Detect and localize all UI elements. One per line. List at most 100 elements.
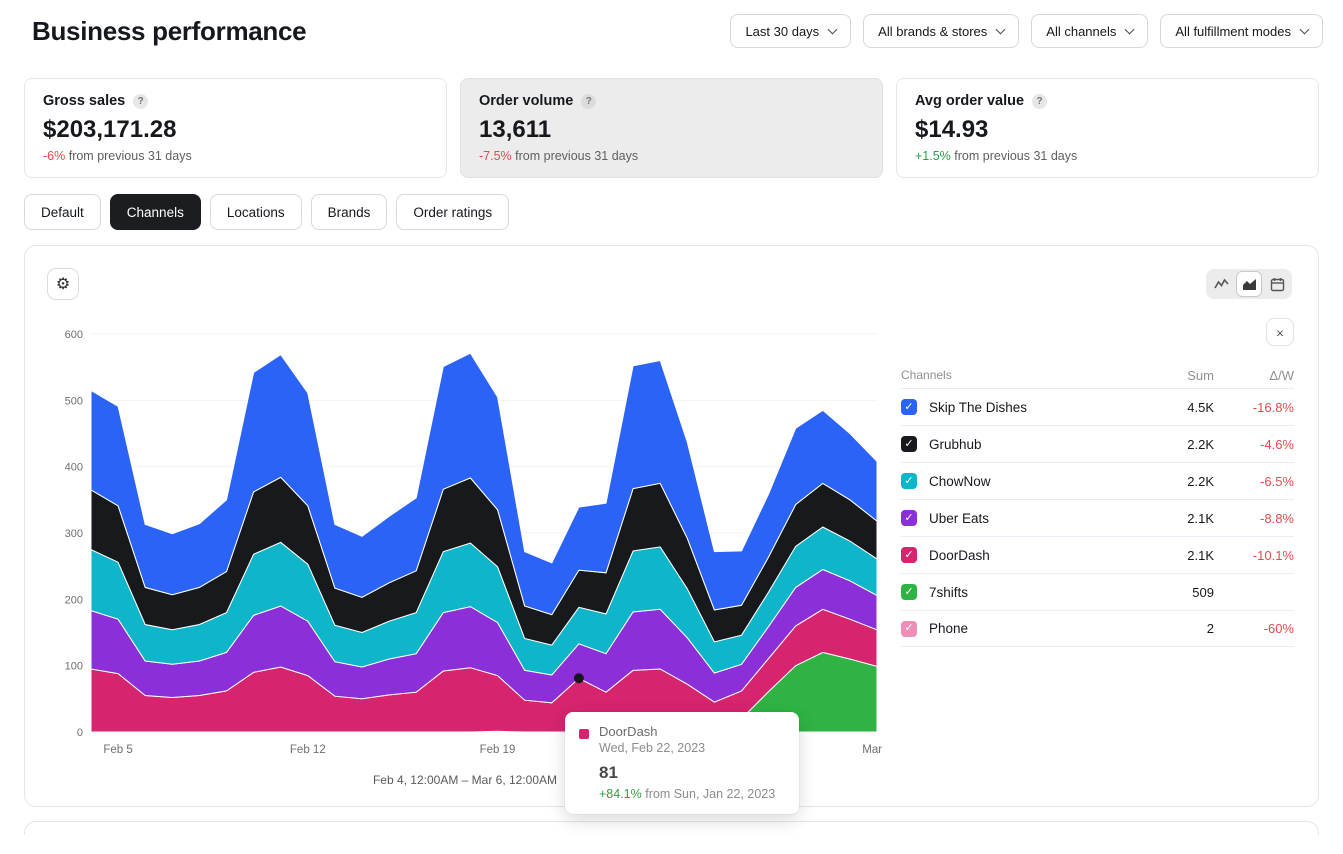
svg-text:Feb 5: Feb 5 xyxy=(103,744,132,756)
date-range-filter[interactable]: Last 30 days xyxy=(730,14,851,48)
kpi-label: Gross sales xyxy=(43,93,125,109)
channel-delta: -60% xyxy=(1214,621,1294,636)
channel-checkbox[interactable]: ✓ xyxy=(901,621,917,637)
channel-checkbox[interactable]: ✓ xyxy=(901,547,917,563)
stacked-area-icon xyxy=(1242,277,1257,292)
help-icon[interactable]: ? xyxy=(133,94,148,109)
fulfillment-modes-filter-label: All fulfillment modes xyxy=(1175,24,1291,39)
brands-stores-filter-label: All brands & stores xyxy=(878,24,987,39)
check-icon: ✓ xyxy=(904,439,913,450)
legend-row-doordash[interactable]: ✓ DoorDash 2.1K -10.1% xyxy=(901,536,1294,573)
svg-text:200: 200 xyxy=(65,594,83,606)
legend-column-channels: Channels xyxy=(901,368,1154,382)
legend-row-skip-the-dishes[interactable]: ✓ Skip The Dishes 4.5K -16.8% xyxy=(901,388,1294,425)
svg-text:600: 600 xyxy=(65,329,83,341)
order-volume-chart-card: ⚙ 0100200300400500600Feb 5Feb 12Feb 19Fe… xyxy=(24,245,1319,807)
tooltip-series-name: DoorDash xyxy=(599,724,783,739)
svg-text:Mar 5: Mar 5 xyxy=(862,744,885,756)
kpi-delta-note: from previous 31 days xyxy=(954,149,1077,163)
tab-default[interactable]: Default xyxy=(24,194,101,230)
chart-tooltip: DoorDash Wed, Feb 22, 2023 81 +84.1% fro… xyxy=(565,712,799,814)
channel-name: Uber Eats xyxy=(929,511,1154,526)
legend-row-phone[interactable]: ✓ Phone 2 -60% xyxy=(901,610,1294,647)
legend-table: Channels Sum Δ/W ✓ Skip The Dishes 4.5K … xyxy=(901,362,1294,647)
check-icon: ✓ xyxy=(904,623,913,634)
legend-row-chownow[interactable]: ✓ ChowNow 2.2K -6.5% xyxy=(901,462,1294,499)
channel-sum: 2.2K xyxy=(1154,474,1214,489)
kpi-value: 13,611 xyxy=(479,116,864,144)
chart-settings-button[interactable]: ⚙ xyxy=(47,268,79,300)
page-header: Business performance Last 30 days All br… xyxy=(0,0,1343,48)
gear-icon: ⚙ xyxy=(56,274,70,294)
tab-order-ratings[interactable]: Order ratings xyxy=(396,194,509,230)
kpi-card-order-volume[interactable]: Order volume ? 13,611 -7.5% from previou… xyxy=(460,78,883,178)
kpi-delta-percent: -6% xyxy=(43,149,65,163)
stacked-area-chart[interactable]: 0100200300400500600Feb 5Feb 12Feb 19Feb … xyxy=(45,314,885,762)
view-tabs: Default Channels Locations Brands Order … xyxy=(24,194,1319,230)
fulfillment-modes-filter[interactable]: All fulfillment modes xyxy=(1160,14,1323,48)
chevron-down-icon xyxy=(1300,24,1310,34)
help-icon[interactable]: ? xyxy=(581,94,596,109)
kpi-delta-percent: +1.5% xyxy=(915,149,951,163)
legend-panel: ›‹ Channels Sum Δ/W ✓ Skip The Dishes 4.… xyxy=(901,314,1294,787)
kpi-card-gross-sales[interactable]: Gross sales ? $203,171.28 -6% from previ… xyxy=(24,78,447,178)
channel-sum: 4.5K xyxy=(1154,400,1214,415)
stacked-area-toggle-button[interactable] xyxy=(1236,271,1262,297)
channel-checkbox[interactable]: ✓ xyxy=(901,399,917,415)
legend-row-7shifts[interactable]: ✓ 7shifts 509 xyxy=(901,573,1294,610)
svg-text:500: 500 xyxy=(65,395,83,407)
channel-delta: -16.8% xyxy=(1214,400,1294,415)
tab-locations[interactable]: Locations xyxy=(210,194,302,230)
kpi-label: Order volume xyxy=(479,93,573,109)
chevron-down-icon xyxy=(828,24,838,34)
legend-row-grubhub[interactable]: ✓ Grubhub 2.2K -4.6% xyxy=(901,425,1294,462)
channel-name: Skip The Dishes xyxy=(929,400,1154,415)
line-chart-toggle-button[interactable] xyxy=(1208,271,1234,297)
legend-row-uber-eats[interactable]: ✓ Uber Eats 2.1K -8.8% xyxy=(901,499,1294,536)
channel-checkbox[interactable]: ✓ xyxy=(901,510,917,526)
tooltip-value: 81 xyxy=(599,763,783,783)
kpi-delta: +1.5% from previous 31 days xyxy=(915,149,1300,163)
check-icon: ✓ xyxy=(904,476,913,487)
channel-checkbox[interactable]: ✓ xyxy=(901,584,917,600)
check-icon: ✓ xyxy=(904,402,913,413)
collapse-panel-button[interactable]: ›‹ xyxy=(1266,318,1294,346)
channels-filter[interactable]: All channels xyxy=(1031,14,1148,48)
chevron-down-icon xyxy=(996,24,1006,34)
next-card-top-edge xyxy=(24,821,1319,835)
legend-table-header: Channels Sum Δ/W xyxy=(901,362,1294,388)
legend-column-sum: Sum xyxy=(1154,368,1214,383)
channels-filter-label: All channels xyxy=(1046,24,1116,39)
collapse-panel-icon: ›‹ xyxy=(1276,324,1281,340)
calendar-toggle-button[interactable] xyxy=(1264,271,1290,297)
line-chart-icon xyxy=(1214,277,1229,292)
brands-stores-filter[interactable]: All brands & stores xyxy=(863,14,1019,48)
chart-type-toggle-group xyxy=(1206,269,1292,299)
channel-delta: -8.8% xyxy=(1214,511,1294,526)
check-icon: ✓ xyxy=(904,550,913,561)
svg-text:300: 300 xyxy=(65,528,83,540)
chart-card-toolbar: ⚙ xyxy=(25,246,1318,300)
kpi-value: $14.93 xyxy=(915,116,1300,144)
channel-checkbox[interactable]: ✓ xyxy=(901,436,917,452)
kpi-label: Avg order value xyxy=(915,93,1024,109)
kpi-delta: -6% from previous 31 days xyxy=(43,149,428,163)
page-title: Business performance xyxy=(32,16,306,47)
channel-sum: 509 xyxy=(1154,585,1214,600)
channel-name: Phone xyxy=(929,621,1154,636)
svg-text:0: 0 xyxy=(77,727,83,739)
tooltip-date: Wed, Feb 22, 2023 xyxy=(599,741,783,755)
check-icon: ✓ xyxy=(904,587,913,598)
channel-sum: 2.1K xyxy=(1154,548,1214,563)
date-range-filter-label: Last 30 days xyxy=(745,24,819,39)
channel-checkbox[interactable]: ✓ xyxy=(901,473,917,489)
chevron-down-icon xyxy=(1125,24,1135,34)
kpi-card-avg-order-value[interactable]: Avg order value ? $14.93 +1.5% from prev… xyxy=(896,78,1319,178)
tab-brands[interactable]: Brands xyxy=(311,194,388,230)
tab-channels[interactable]: Channels xyxy=(110,194,201,230)
help-icon[interactable]: ? xyxy=(1032,94,1047,109)
kpi-value: $203,171.28 xyxy=(43,116,428,144)
chart-area: 0100200300400500600Feb 5Feb 12Feb 19Feb … xyxy=(45,314,885,787)
channel-name: ChowNow xyxy=(929,474,1154,489)
kpi-delta-note: from previous 31 days xyxy=(515,149,638,163)
